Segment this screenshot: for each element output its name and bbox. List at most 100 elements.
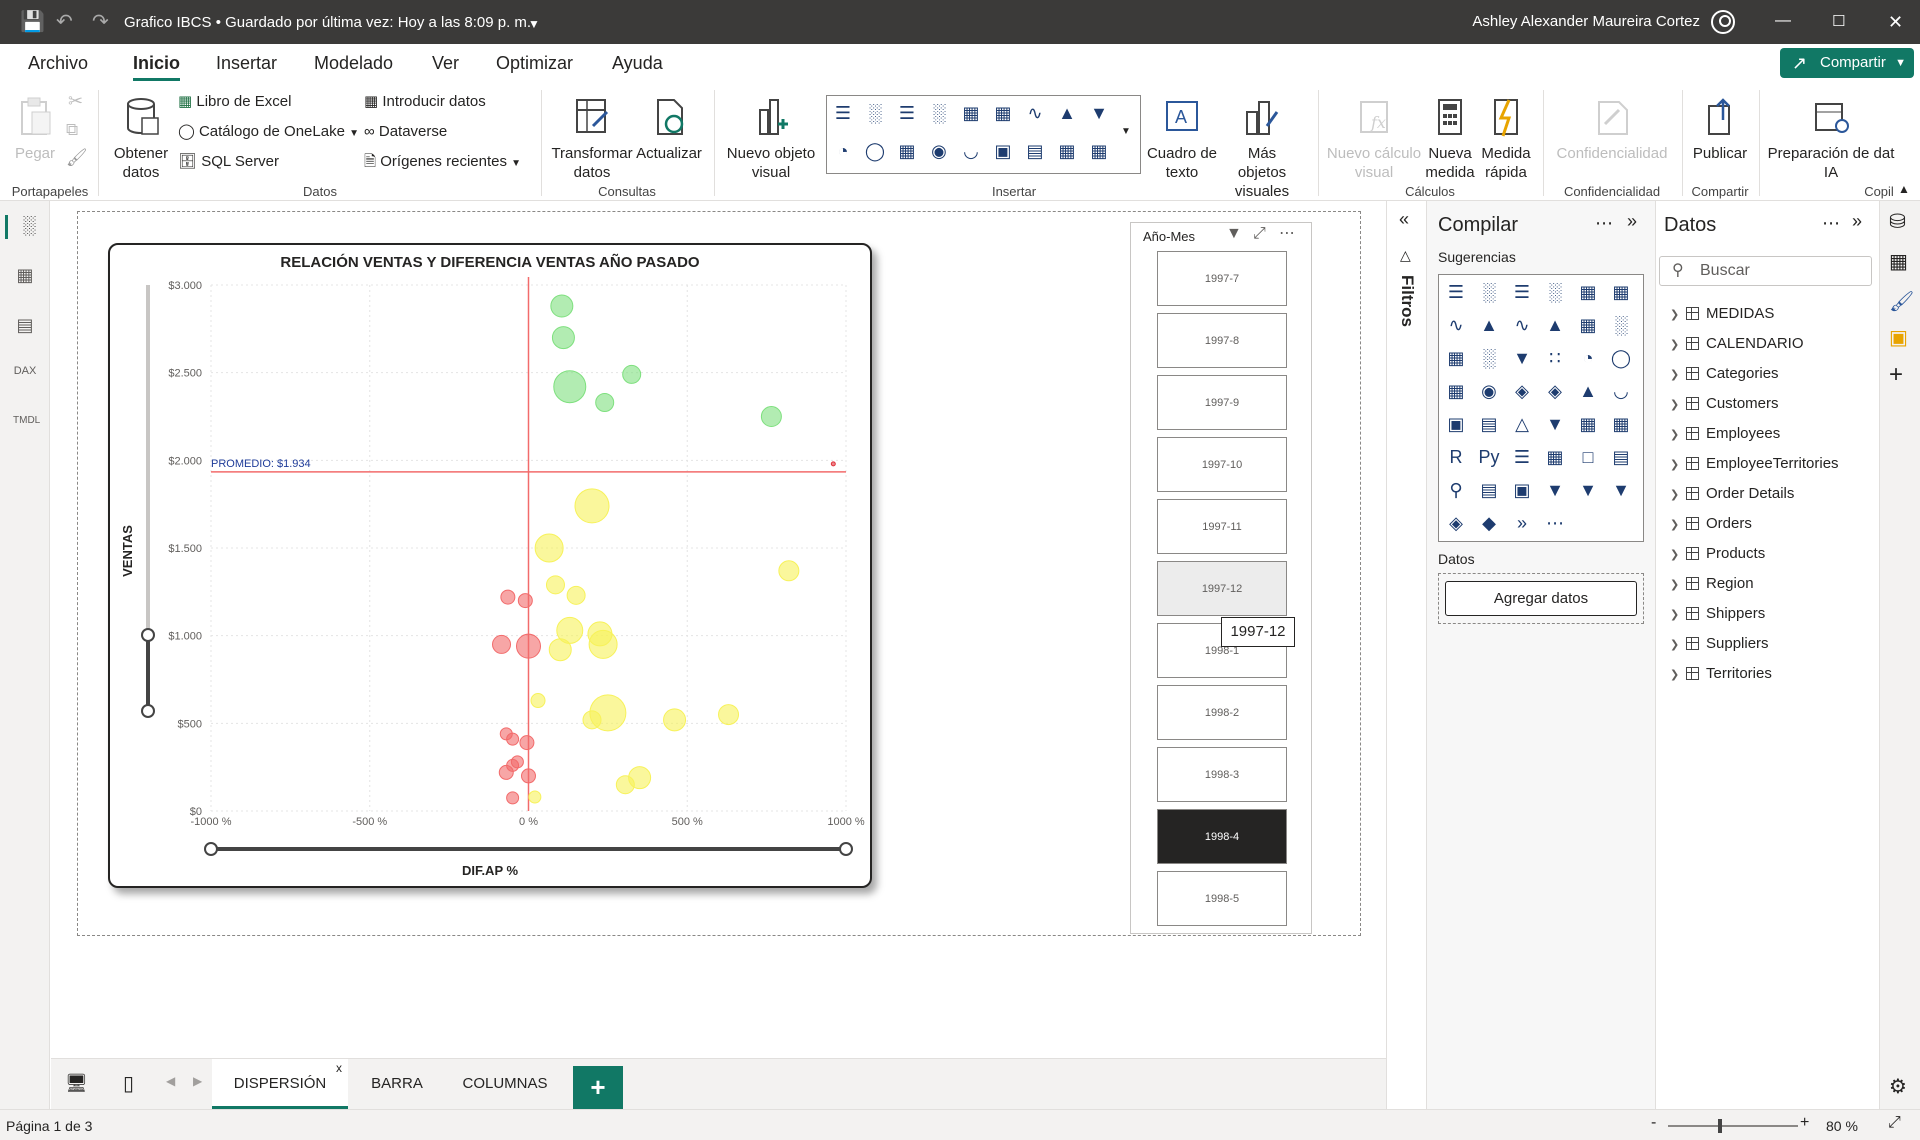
add-pane-icon[interactable]: +	[1889, 361, 1903, 389]
redo-icon[interactable]: ↷	[92, 10, 109, 34]
share-button[interactable]: ↗ Compartir ▼	[1780, 48, 1914, 78]
recent-sources-button[interactable]: 🗎 Orígenes recientes ▼	[364, 152, 521, 173]
stacked-area-icon[interactable]: ∿	[1509, 312, 1535, 338]
slicer-item[interactable]: 1998-2	[1157, 685, 1287, 740]
matrix-icon[interactable]: ▦	[1088, 140, 1110, 162]
format-pane-icon[interactable]: 🖌	[1889, 289, 1914, 314]
slicer-item[interactable]: 1998-5	[1157, 871, 1287, 926]
power-apps-icon[interactable]: ▣	[1509, 477, 1535, 503]
funnel-icon[interactable]: ▼	[1509, 345, 1535, 371]
clustered-bar-icon[interactable]: ☰	[896, 102, 918, 124]
chevron-right-icon[interactable]: ❯	[1670, 394, 1686, 416]
map-icon[interactable]: ◉	[928, 140, 950, 162]
gauge-icon[interactable]: ◡	[960, 140, 982, 162]
maximize-icon[interactable]: ☐	[1832, 12, 1845, 30]
map-icon[interactable]: ◉	[1476, 378, 1502, 404]
minimize-icon[interactable]: —	[1775, 12, 1791, 30]
table-visual-icon[interactable]: ▦	[1575, 411, 1601, 437]
tab-barra[interactable]: BARRA	[349, 1059, 445, 1109]
menu-ver[interactable]: Ver	[432, 53, 459, 74]
table-view-icon[interactable]: ▦	[13, 265, 37, 289]
table-node[interactable]: ❯ Employees	[1670, 423, 1780, 445]
table-node[interactable]: ❯ Categories	[1670, 363, 1779, 385]
fit-page-icon[interactable]: ⤢	[1888, 1114, 1901, 1132]
menu-ayuda[interactable]: Ayuda	[612, 53, 663, 74]
100-bar-icon[interactable]: ▦	[1575, 279, 1601, 305]
scatter-chart-icon[interactable]: ∷	[1542, 345, 1568, 371]
x-zoom-handle-right[interactable]	[839, 842, 853, 856]
chevron-right-icon[interactable]: ❯	[1670, 304, 1686, 326]
cut-icon[interactable]: ✂	[68, 92, 83, 111]
tmdl-view-icon[interactable]: TMDL	[13, 415, 40, 439]
textbox-button[interactable]: A Cuadro de texto	[1142, 96, 1222, 182]
quick-measure-button[interactable]: Medida rápida	[1478, 96, 1534, 182]
slicer-item[interactable]: 1997-8	[1157, 313, 1287, 368]
stacked-column-icon[interactable]: ░	[1476, 279, 1502, 305]
table-node[interactable]: ❯ EmployeeTerritories	[1670, 453, 1839, 475]
treemap-icon[interactable]: ▦	[1443, 378, 1469, 404]
powerbi-icon[interactable]: ◆	[1476, 510, 1502, 536]
y-zoom-handle-bottom[interactable]	[141, 704, 155, 718]
enter-data-button[interactable]: ▦ Introducir datos	[364, 92, 486, 111]
slicer-icon[interactable]: ▼	[1542, 411, 1568, 437]
new-measure-button[interactable]: Nueva medida	[1422, 96, 1478, 182]
100-column-icon[interactable]: ▦	[1608, 279, 1634, 305]
chevron-right-icon[interactable]: ❯	[1670, 514, 1686, 536]
focus-mode-icon[interactable]: ⤢	[1253, 225, 1266, 243]
slicer-item[interactable]: 1997-11	[1157, 499, 1287, 554]
chevron-right-icon[interactable]: ❯	[1670, 544, 1686, 566]
add-data-button[interactable]: Agregar datos	[1445, 581, 1637, 616]
pie-chart-icon[interactable]: ◔	[832, 140, 854, 162]
more-options-icon[interactable]: ⋯	[1595, 213, 1613, 234]
zoom-out-icon[interactable]: -	[1651, 1114, 1656, 1132]
mobile-layout-icon[interactable]: ▯	[123, 1071, 134, 1096]
search-input[interactable]: ⚲ Buscar	[1659, 256, 1872, 286]
kpi-icon[interactable]: △	[1509, 411, 1535, 437]
gallery-more-icon[interactable]: ▼	[1121, 126, 1131, 137]
save-icon[interactable]: 💾	[20, 10, 45, 34]
filled-map-icon[interactable]: ◈	[1509, 378, 1535, 404]
filter-icon[interactable]: ▼	[1226, 225, 1242, 243]
bookmarks-icon[interactable]: ▣	[1889, 325, 1908, 350]
sensitivity-button[interactable]: Confidencialidad	[1552, 96, 1672, 163]
title-dropdown-icon[interactable]: ▼	[528, 12, 540, 36]
prev-page-icon[interactable]: ◀	[166, 1074, 175, 1088]
table-node[interactable]: ❯ Territories	[1670, 663, 1772, 685]
goals-icon[interactable]: ⚲	[1443, 477, 1469, 503]
new-visual-button[interactable]: Nuevo objeto visual	[724, 96, 818, 182]
button-slicer-icon[interactable]: ▼	[1608, 477, 1634, 503]
undo-icon[interactable]: ↶	[56, 10, 73, 34]
waterfall-icon[interactable]: ░	[1476, 345, 1502, 371]
table-node[interactable]: ❯ Shippers	[1670, 603, 1765, 625]
area-chart-icon[interactable]: ▲	[1056, 102, 1078, 124]
onelake-button[interactable]: ◯ Catálogo de OneLake ▼	[178, 122, 359, 143]
100-area-icon[interactable]: ▲	[1542, 312, 1568, 338]
chevron-right-icon[interactable]: ❯	[1670, 604, 1686, 626]
arcgis-icon[interactable]: ◈	[1443, 510, 1469, 536]
get-data-button[interactable]: Obtener datos	[108, 96, 174, 182]
table-node[interactable]: ❯ Orders	[1670, 513, 1752, 535]
menu-archivo[interactable]: Archivo	[28, 53, 88, 74]
collapse-ribbon-icon[interactable]: ▲	[1898, 182, 1910, 196]
chevron-icon[interactable]: »	[1509, 510, 1535, 536]
matrix-icon[interactable]: ▦	[1608, 411, 1634, 437]
close-tab-icon[interactable]: x	[336, 1043, 342, 1093]
ribbon-chart-icon[interactable]: ▼	[1088, 102, 1110, 124]
filters-label[interactable]: Filtros	[1397, 275, 1417, 327]
excel-button[interactable]: ▦ Libro de Excel	[178, 92, 291, 111]
slicer-item[interactable]: 1997-7	[1157, 251, 1287, 306]
chevron-right-icon[interactable]: ❯	[1670, 334, 1686, 356]
slicer-item[interactable]: 1998-4	[1157, 809, 1287, 864]
menu-insertar[interactable]: Insertar	[216, 53, 277, 74]
clustered-bar-icon[interactable]: ☰	[1509, 279, 1535, 305]
new-slicer-icon[interactable]: ▼	[1575, 477, 1601, 503]
data-pane-icon[interactable]: ⛁	[1889, 209, 1906, 234]
settings-gear-icon[interactable]: ⚙	[1889, 1074, 1907, 1099]
slicer-item[interactable]: 1997-10	[1157, 437, 1287, 492]
y-zoom-handle-top[interactable]	[141, 628, 155, 642]
qa-icon[interactable]: □	[1575, 444, 1601, 470]
table-node[interactable]: ❯ Order Details	[1670, 483, 1794, 505]
zoom-in-icon[interactable]: +	[1800, 1114, 1809, 1132]
paginated-report-icon[interactable]: ▤	[1476, 477, 1502, 503]
slicer-item[interactable]: 1998-3	[1157, 747, 1287, 802]
